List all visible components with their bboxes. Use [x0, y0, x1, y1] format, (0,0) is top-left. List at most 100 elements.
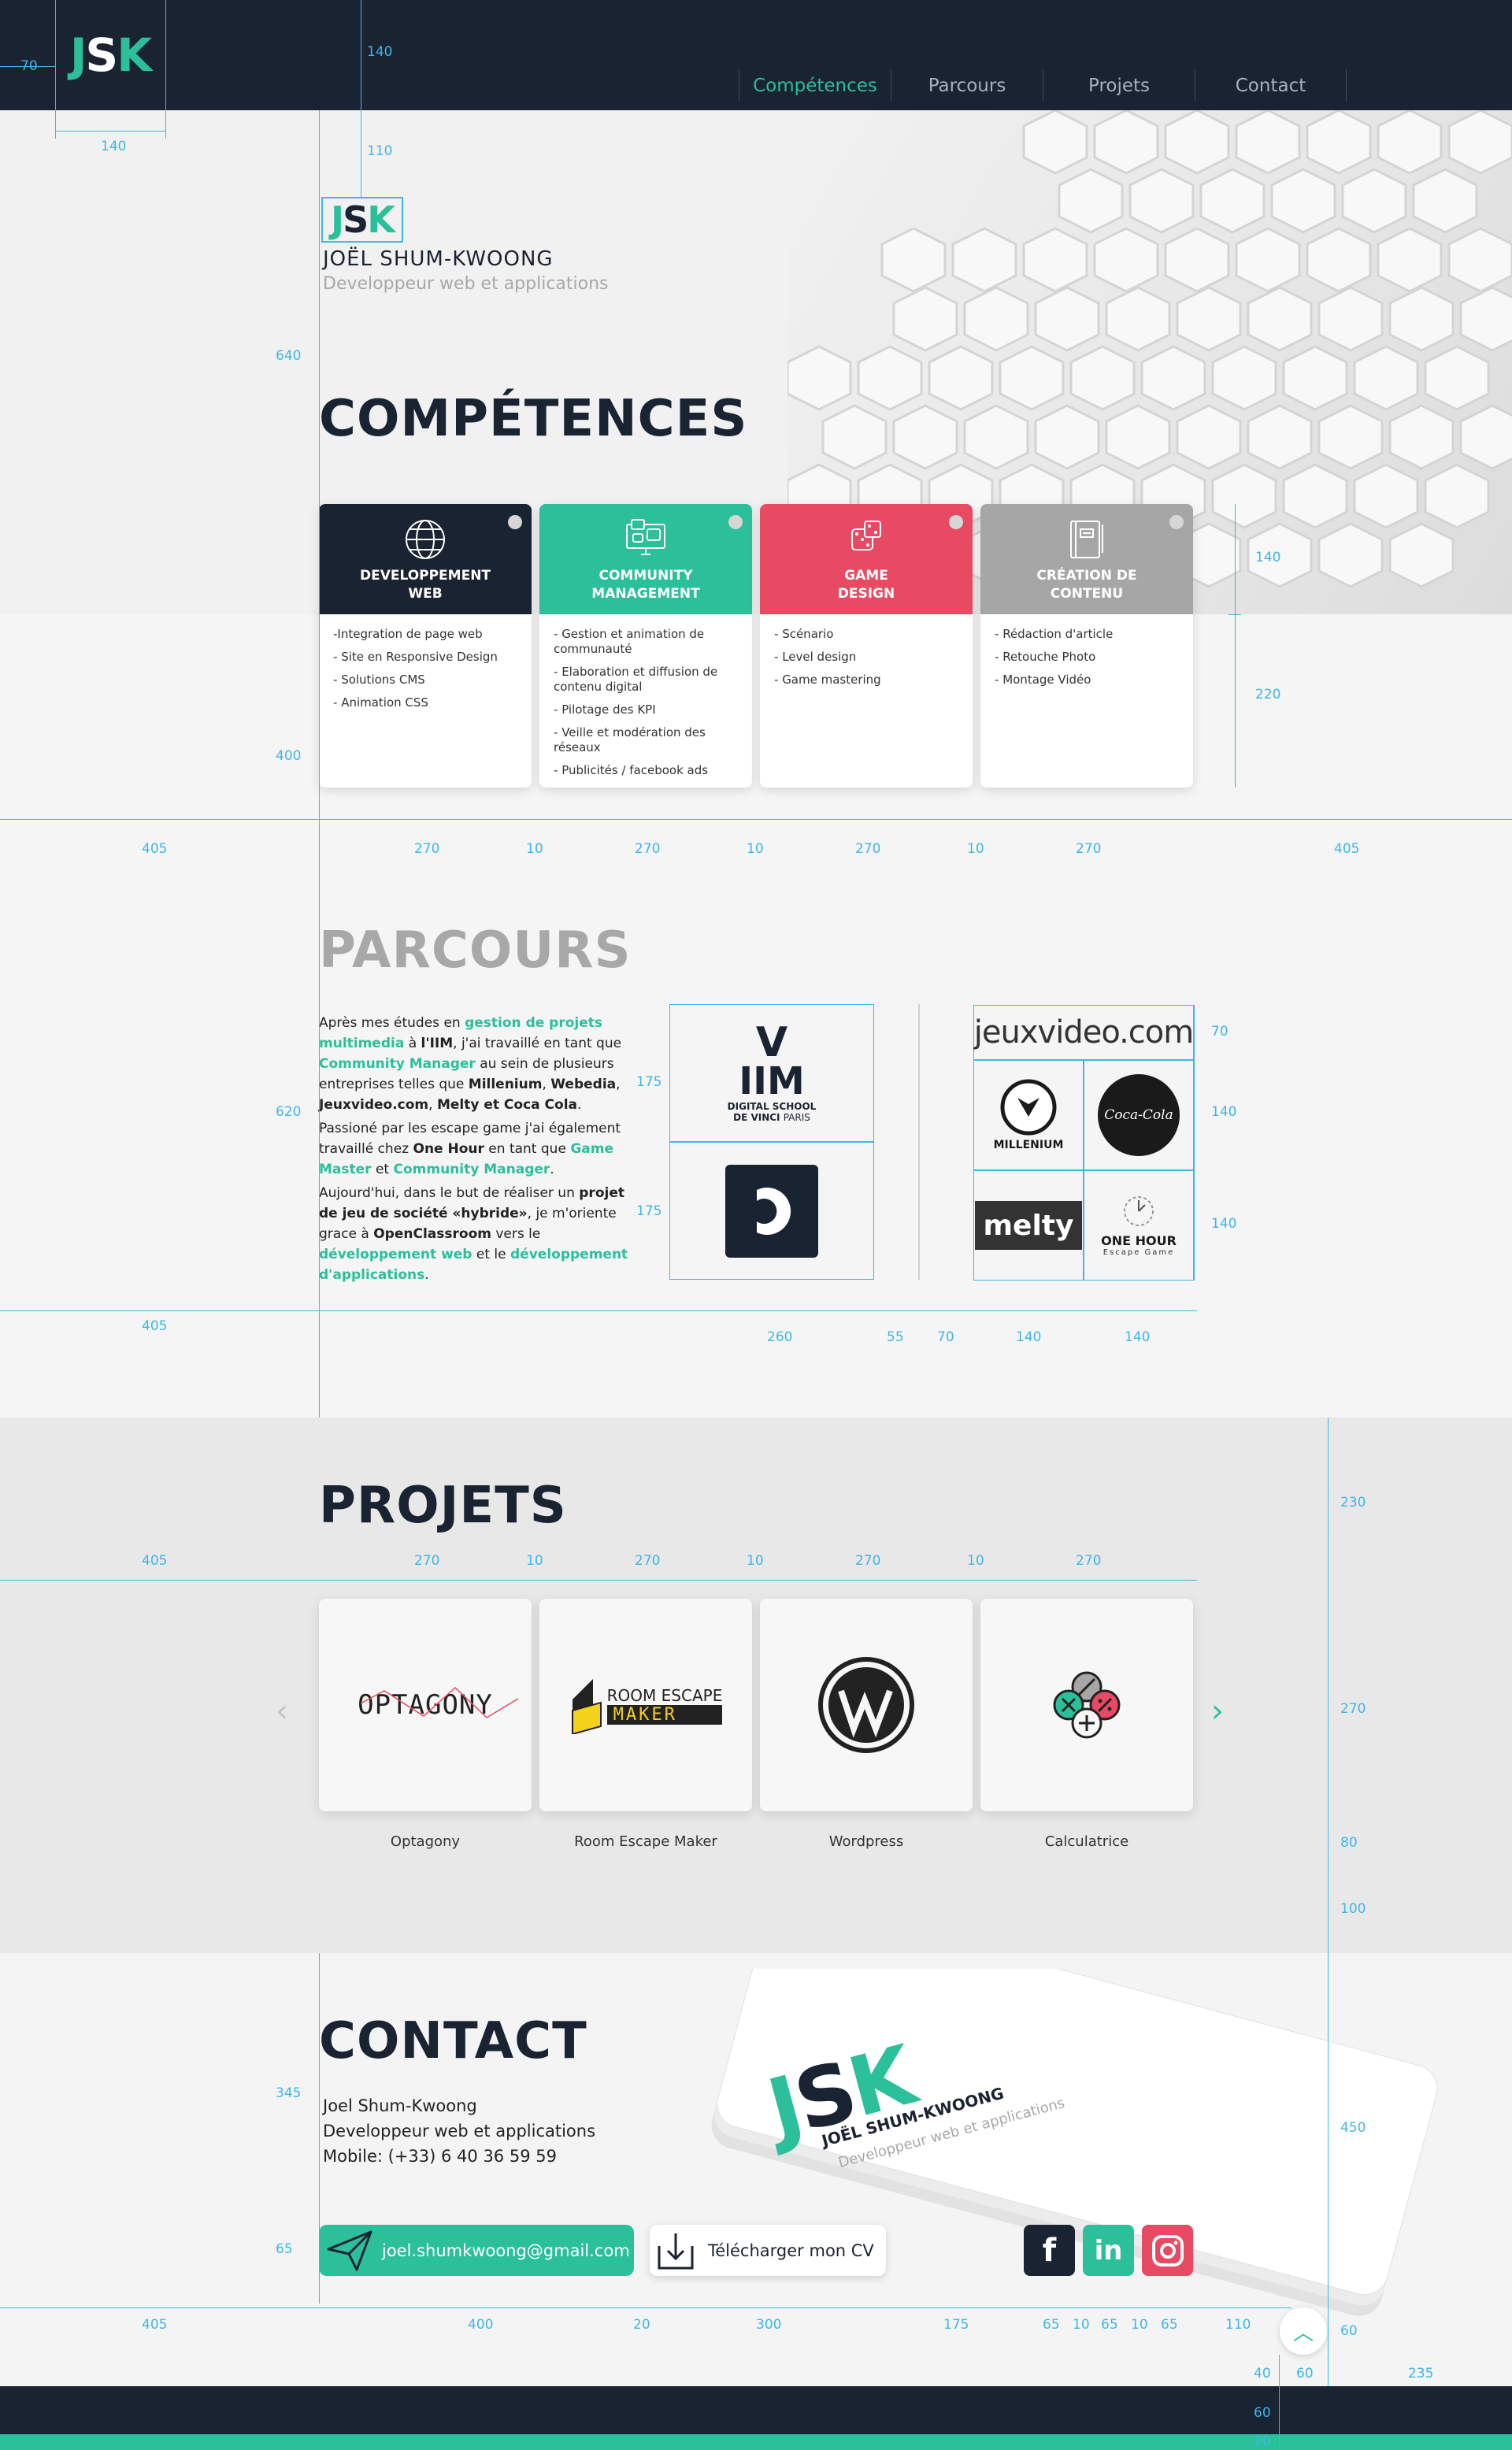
list-item: - Scénario: [774, 627, 834, 641]
email-text: joel.shumkwoong@gmail.com: [382, 2241, 630, 2260]
skill-list: - Rédaction d'article - Retouche Photo -…: [980, 614, 1193, 708]
business-card-image: JSK JOËL SHUM-KWOONG Developpeur web et …: [693, 1897, 1449, 2331]
nav-parcours[interactable]: Parcours: [891, 69, 1043, 102]
card-dot: [1169, 515, 1184, 529]
card-title-line1: DEVELOPPEMENT: [359, 568, 491, 584]
guide-label: 400: [468, 2317, 494, 2333]
contact-role: Developpeur web et applications: [323, 2122, 596, 2141]
jeuxvideo-logo: jeuxvideo.com: [973, 1005, 1194, 1060]
guide-label: 405: [1334, 841, 1360, 857]
carousel-next-icon[interactable]: ›: [1211, 1693, 1224, 1729]
parcours-paragraph: Aujourd'hui, dans le but de réaliser un …: [319, 1185, 628, 1283]
guide-label: 450: [1340, 2120, 1366, 2136]
site-logo[interactable]: JSK: [55, 24, 165, 87]
guide-label: 110: [367, 143, 393, 159]
list-item: - Rédaction d'article: [995, 627, 1114, 641]
parcours-text: Après mes études en gestion de projets m…: [319, 1013, 634, 1288]
project-card-wordpress[interactable]: [760, 1599, 973, 1811]
guide-label: 140: [101, 139, 127, 154]
project-label: Wordpress: [828, 1833, 904, 1850]
list-item: - Level design: [774, 650, 857, 664]
chevron-up-icon: ︿: [1292, 2321, 1314, 2345]
onehour-logo: ONE HOUR Escape Game: [1084, 1170, 1194, 1281]
melty-logo: melty: [973, 1170, 1084, 1281]
projets-title: PROJETS: [319, 1477, 567, 1535]
guide-label: 20: [1254, 2433, 1271, 2449]
guide-label: 345: [276, 2085, 302, 2101]
download-cv-button[interactable]: Télécharger mon CV: [650, 2225, 886, 2276]
iim-sub2: DE VINCI: [733, 1111, 780, 1123]
guide-label: 140: [1211, 1104, 1237, 1120]
project-card-calculatrice[interactable]: [980, 1599, 1193, 1811]
list-item: - Veille et modération des réseaux: [554, 725, 706, 754]
room-escape-door-icon: [571, 1679, 602, 1734]
guide-label: 620: [276, 1104, 302, 1120]
card-title-line1: CRÉATION DE: [1036, 568, 1137, 584]
download-icon: [658, 2233, 694, 2269]
guide-label: 65: [1161, 2317, 1178, 2333]
card-title-line2: MANAGEMENT: [591, 586, 700, 602]
site-header: JSK Compétences Parcours Projets Contact: [0, 0, 1512, 110]
skill-list: -Integration de page web - Site en Respo…: [319, 614, 532, 731]
footer: [0, 2386, 1512, 2434]
guide-label: 70: [937, 1329, 954, 1345]
guide-label: 70: [20, 58, 38, 74]
guide-label: 230: [1340, 1495, 1366, 1510]
skill-card-content: CRÉATION DE CONTENU - Rédaction d'articl…: [980, 504, 1193, 788]
guide-label: 270: [1076, 841, 1102, 857]
instagram-icon[interactable]: [1142, 2225, 1193, 2276]
nav-competences[interactable]: Compétences: [739, 69, 891, 102]
guide-label: 175: [636, 1074, 662, 1090]
guide-label: 60: [1340, 2323, 1358, 2339]
guide-label: 270: [1076, 1553, 1102, 1569]
cocacola-text: Coca-Cola: [1098, 1074, 1180, 1156]
melty-text: melty: [975, 1201, 1082, 1250]
skill-card-game: GAME DESIGN - Scénario - Level design - …: [760, 504, 973, 788]
footer-bar: [0, 2434, 1512, 2450]
iim-paris: PARIS: [783, 1111, 810, 1123]
guide-label: 10: [967, 1553, 984, 1569]
linkedin-icon[interactable]: in: [1083, 2225, 1134, 2276]
openclassrooms-icon: [725, 1164, 818, 1258]
email-button[interactable]: joel.shumkwoong@gmail.com: [319, 2225, 634, 2276]
project-label: Calculatrice: [1044, 1833, 1129, 1850]
openclassrooms-logo: [669, 1142, 874, 1280]
guide-label: 175: [943, 2317, 969, 2333]
guide-label: 80: [1340, 1835, 1358, 1851]
card-dot: [949, 515, 963, 529]
contact-info: Joel Shum-Kwoong Developpeur web et appl…: [323, 2093, 595, 2169]
scroll-top-button[interactable]: ︿: [1280, 2307, 1327, 2355]
guide-label: 140: [1125, 1329, 1151, 1345]
guide-label: 40: [1254, 2366, 1271, 2381]
notebook-icon: [1070, 521, 1103, 558]
guide-label: 65: [1043, 2317, 1060, 2333]
millenium-logo: MILLENIUM: [973, 1060, 1084, 1170]
guide-label: 270: [855, 841, 881, 857]
nav-projets[interactable]: Projets: [1043, 69, 1195, 102]
dice-icon: [851, 521, 881, 550]
list-item: - Publicités / facebook ads: [554, 763, 709, 777]
facebook-icon[interactable]: f: [1024, 2225, 1075, 2276]
nav-contact[interactable]: Contact: [1195, 69, 1347, 102]
project-card-room-escape-maker[interactable]: ROOM ESCAPE MAKER: [539, 1599, 752, 1811]
jeuxvideo-text: jeuxvideo.com: [973, 1014, 1194, 1051]
room-escape-top-text: ROOM ESCAPE: [606, 1685, 723, 1705]
guide-label: 300: [756, 2317, 782, 2333]
brand-name: JOËL SHUM-KWOONG: [323, 247, 554, 271]
carousel-prev-icon[interactable]: ‹: [276, 1693, 288, 1729]
devices-icon: [626, 519, 665, 555]
guide-label: 140: [1255, 550, 1281, 565]
guide-label: 60: [1254, 2405, 1271, 2421]
guide-label: 405: [142, 1553, 168, 1569]
guide-label: 235: [1408, 2366, 1434, 2381]
millenium-icon: [1000, 1079, 1057, 1136]
project-card-optagony[interactable]: OPTAGONY: [319, 1599, 532, 1811]
list-item: - Game mastering: [774, 673, 881, 687]
list-item: - Montage Vidéo: [995, 673, 1091, 687]
guide-label: 55: [887, 1329, 904, 1345]
card-dot: [508, 515, 522, 529]
card-title-line1: COMMUNITY: [598, 568, 693, 584]
onehour-sub: Escape Game: [1102, 1248, 1175, 1257]
skills-title: COMPÉTENCES: [319, 390, 748, 448]
guide-label: 10: [1073, 2317, 1090, 2333]
